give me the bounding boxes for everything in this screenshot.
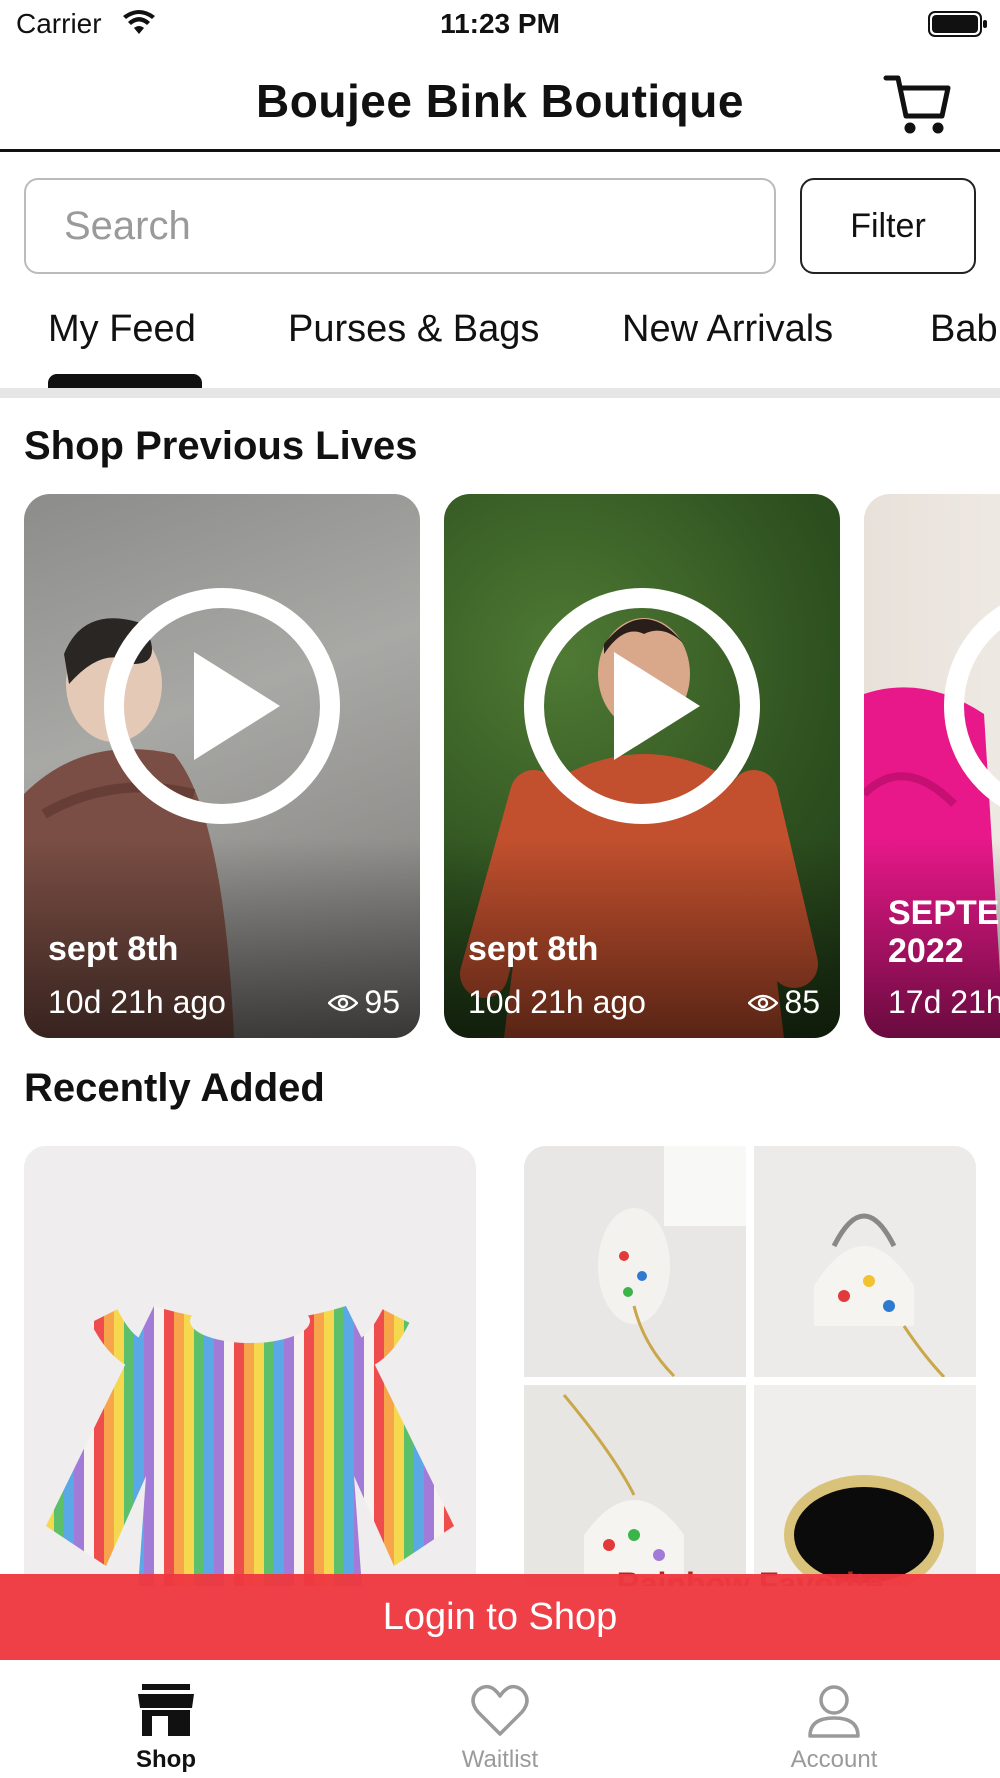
live-card[interactable]: SEPTEM 2022 17d 21h xyxy=(864,494,1000,1038)
section-title-previous-lives: Shop Previous Lives xyxy=(24,424,418,468)
live-title: sept 8th xyxy=(48,930,179,968)
live-view-count: 95 xyxy=(364,984,400,1020)
login-to-shop-button[interactable]: Login to Shop xyxy=(0,1574,1000,1660)
tabs-divider xyxy=(0,388,1000,398)
person-icon xyxy=(808,1685,860,1738)
tab-new-arrivals[interactable]: New Arrivals xyxy=(622,308,833,351)
product-card[interactable]: Rainbow Favorite xyxy=(524,1146,976,1586)
tab-my-feed[interactable]: My Feed xyxy=(48,308,196,351)
previous-lives-carousel[interactable]: sept 8th 10d 21h ago 95 sept 8th 10d 21h… xyxy=(0,494,1000,1040)
battery-icon xyxy=(928,11,987,37)
tab-waitlist-label: Waitlist xyxy=(461,1746,539,1773)
tab-account[interactable]: Account xyxy=(724,1660,944,1778)
live-time-ago: 10d 21h ago xyxy=(48,984,226,1020)
live-view-count: 85 xyxy=(784,984,820,1020)
tab-account-label: Account xyxy=(790,1746,878,1773)
live-time-ago: 17d 21h xyxy=(888,984,1000,1020)
tab-baby[interactable]: Bab xyxy=(930,308,998,351)
tab-waitlist[interactable]: Waitlist xyxy=(390,1660,610,1778)
product-card[interactable] xyxy=(24,1146,476,1586)
live-title: SEPTEM 2022 xyxy=(888,894,1000,970)
live-card[interactable]: sept 8th 10d 21h ago 95 xyxy=(24,494,420,1038)
eye-icon xyxy=(328,994,359,1011)
search-input[interactable] xyxy=(24,178,776,274)
heart-icon xyxy=(471,1684,529,1736)
app-title: Boujee Bink Boutique xyxy=(256,75,744,127)
live-time-ago: 10d 21h ago xyxy=(468,984,646,1020)
play-icon[interactable] xyxy=(942,586,1000,826)
product-image xyxy=(524,1146,976,1586)
live-views: 95 xyxy=(328,984,400,1021)
live-card[interactable]: sept 8th 10d 21h ago 85 xyxy=(444,494,840,1038)
category-tabs: My Feed Purses & Bags New Arrivals Bab xyxy=(0,296,1000,392)
filter-button[interactable]: Filter xyxy=(800,178,976,274)
nav-bar: Boujee Bink Boutique xyxy=(0,52,1000,152)
bottom-tab-bar: Shop Waitlist Account xyxy=(0,1660,1000,1778)
live-title: sept 8th xyxy=(468,930,599,968)
play-icon[interactable] xyxy=(522,586,762,826)
tab-shop-label: Shop xyxy=(136,1746,196,1773)
storefront-icon xyxy=(138,1684,194,1736)
status-time: 11:23 PM xyxy=(440,8,560,39)
play-icon[interactable] xyxy=(102,586,342,826)
eye-icon xyxy=(748,994,779,1011)
section-title-recently-added: Recently Added xyxy=(24,1066,325,1110)
status-bar: Carrier 11:23 PM xyxy=(0,0,1000,52)
product-image xyxy=(24,1146,476,1586)
cart-icon[interactable] xyxy=(882,70,954,138)
recently-added-row[interactable]: Rainbow Favorite xyxy=(0,1146,1000,1586)
tab-purses-bags[interactable]: Purses & Bags xyxy=(288,308,539,351)
live-views: 85 xyxy=(748,984,820,1021)
tab-shop[interactable]: Shop xyxy=(56,1660,276,1778)
